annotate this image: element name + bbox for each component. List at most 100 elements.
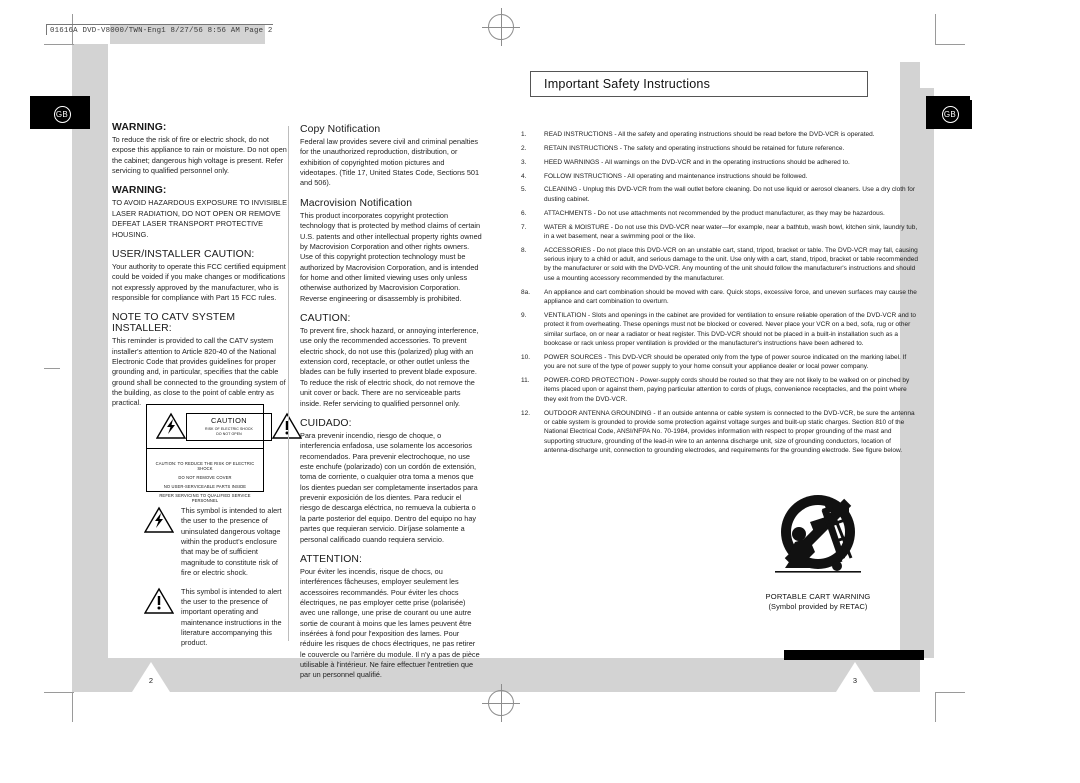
symbol-explanation-row: This symbol is intended to alert the use… [144,506,290,579]
list-item-number: 10. [521,353,531,361]
catv-body: This reminder is provided to call the CA… [112,336,286,408]
list-item-number: 2. [521,144,527,152]
caution-heading: CAUTION: [300,313,351,325]
crop-mark-bl-h [44,692,74,693]
list-item-text: ATTACHMENTS - Do not use attachments not… [544,209,885,217]
cuidado-body: Para prevenir incendio, riesgo de choque… [300,430,478,544]
lightning-bolt-triangle-icon [156,412,186,442]
copy-notification-heading: Copy Notification [300,124,381,135]
symbol-explanation-text: This symbol is intended to alert the use… [181,506,282,578]
print-slug-text: 01616A DVD-V8000/TWN-Eng1 8/27/56 8:56 A… [50,27,273,35]
page-title: Important Safety Instructions [544,77,711,91]
caution-body: To prevent fire, shock hazard, or annoyi… [300,326,479,408]
list-item: 5. CLEANING - Unplug this DVD-VCR from th… [518,185,918,204]
list-item-text: VENTILATION - Slots and openings in the … [544,311,917,347]
crop-mark-br-v [935,692,936,722]
list-item-number: 1. [521,131,527,138]
left-column: WARNING: To reduce the risk of fire or e… [112,122,288,418]
list-item-text: CLEANING - Unplug this DVD-VCR from the … [544,186,916,203]
list-item: 12. OUTDOOR ANTENNA GROUNDING - If an out… [518,409,918,456]
list-item: 1. READ INSTRUCTIONS - All the safety and… [518,130,918,139]
list-item-text: READ INSTRUCTIONS - All the safety and o… [544,131,875,138]
locale-badge-right: GB [928,100,972,129]
cuidado-heading: CUIDADO: [300,417,352,429]
list-item: 7. WATER & MOISTURE - Do not use this DVD… [518,223,918,242]
crop-mark-tr-v [935,14,936,44]
caution-symbol-box: CAUTION RISK OF ELECTRIC SHOCK DO NOT OP… [146,404,302,503]
locale-badge-left: GB [40,100,84,129]
cart-warning-subcaption: (Symbol provided by RETAC) [768,602,868,611]
list-item-text: OUTDOOR ANTENNA GROUNDING - If an outsid… [544,409,915,455]
page-number-right-value: 3 [852,676,858,685]
caution-line-3: NO USER-SERVICEABLE PARTS INSIDE [163,484,247,489]
list-item-text: POWER-CORD PROTECTION - Power-supply cor… [544,377,910,403]
list-item: 3. HEED WARNINGS - All warnings on the DV… [518,158,918,167]
list-item-text: POWER SOURCES - This DVD-VCR should be o… [544,353,907,371]
page-title-bar: Important Safety Instructions [530,71,868,97]
no-portable-cart-icon [765,495,871,588]
list-item: 11. POWER-CORD PROTECTION - Power-supply … [518,376,918,404]
middle-column: Copy Notification Federal law provides s… [300,124,482,690]
page-number-left-value: 2 [148,676,154,685]
caution-label-main: CAUTION [210,416,248,426]
crop-mark-tl-h [44,44,74,45]
list-item-number: 4. [521,172,527,180]
list-item: 8. ACCESSORIES - Do not place this DVD-VC… [518,246,918,283]
list-item: 6. ATTACHMENTS - Do not use attachments n… [518,209,918,218]
macrovision-body: This product incorporates copyright prot… [300,210,482,303]
list-item-number: 8. [521,246,527,254]
list-item-number: 9. [521,311,527,319]
symbol-explanations: This symbol is intended to alert the use… [144,506,290,657]
list-item: 8a. An appliance and cart combination sho… [518,288,918,307]
list-item: 9. VENTILATION - Slots and openings in th… [518,311,918,348]
list-item-number: 7. [521,223,527,231]
attention-body: Pour éviter les incendis, risque de choc… [300,566,480,680]
copy-notification-body: Federal law provides severe civil and cr… [300,137,480,188]
column-divider [288,126,289,641]
registration-mark-bottom [482,684,520,722]
symbol-explanation-text: This symbol is intended to alert the use… [181,586,282,648]
crop-mark-tr-h [935,44,965,45]
user-installer-body: Your authority to operate this FCC certi… [112,261,286,302]
caution-line-1: CAUTION: TO REDUCE THE RISK OF ELECTRIC … [155,461,255,471]
caution-label-sub: RISK OF ELECTRIC SHOCK DO NOT OPEN [205,427,253,436]
caution-box-top: CAUTION RISK OF ELECTRIC SHOCK DO NOT OP… [147,405,302,449]
safety-instructions-list: 1. READ INSTRUCTIONS - All the safety and… [518,130,918,460]
page-number-left: 2 [132,662,170,692]
registration-mark-top [482,8,520,46]
user-installer-heading: USER/INSTALLER CAUTION: [112,248,255,260]
list-item-number: 8a. [521,288,531,296]
lightning-bolt-triangle-icon [144,506,174,536]
crop-mark-mid-left [44,368,60,369]
list-item: 2. RETAIN INSTRUCTIONS - The safety and o… [518,144,918,153]
warning2-body: TO AVOID HAZARDOUS EXPOSURE TO INVISIBLE… [112,198,288,239]
caution-line-2: DO NOT REMOVE COVER [178,475,232,480]
catv-heading: NOTE TO CATV SYSTEM INSTALLER: [112,312,236,335]
page-number-right: 3 [836,662,874,692]
crop-mark-br-h [935,692,965,693]
warning1-body: To reduce the risk of fire or electric s… [112,135,287,176]
attention-heading: ATTENTION: [300,553,362,565]
exclamation-triangle-icon [144,587,174,617]
list-item-text: HEED WARNINGS - All warnings on the DVD-… [544,158,850,166]
locale-badge-left-label: GB [53,106,71,123]
list-item-text: ACCESSORIES - Do not place this DVD-VCR … [544,246,918,282]
warning1-heading: WARNING: [112,122,167,133]
document-page: 01616A DVD-V8000/TWN-Eng1 8/27/56 8:56 A… [0,0,1080,783]
caution-line-4: REFER SERVICING TO QUALIFIED SERVICE PER… [159,493,251,503]
caution-label: CAUTION RISK OF ELECTRIC SHOCK DO NOT OP… [186,413,272,441]
bottom-black-band [784,650,924,660]
symbol-explanation-row: This symbol is intended to alert the use… [144,587,290,649]
list-item-number: 12. [521,409,531,417]
list-item-text: WATER & MOISTURE - Do not use this DVD-V… [544,223,918,240]
list-item-number: 11. [521,377,530,385]
crop-mark-bl-v [72,692,73,722]
list-item-number: 6. [521,209,527,217]
locale-badge-right-label: GB [941,106,959,123]
list-item-text: FOLLOW INSTRUCTIONS - All operating and … [544,172,808,180]
list-item-number: 3. [521,158,527,166]
portable-cart-warning: PORTABLE CART WARNING (Symbol provided b… [728,492,908,611]
list-item-number: 5. [521,186,527,194]
list-item-text: An appliance and cart combination should… [544,288,917,306]
warning2-heading: WARNING: [112,185,167,197]
